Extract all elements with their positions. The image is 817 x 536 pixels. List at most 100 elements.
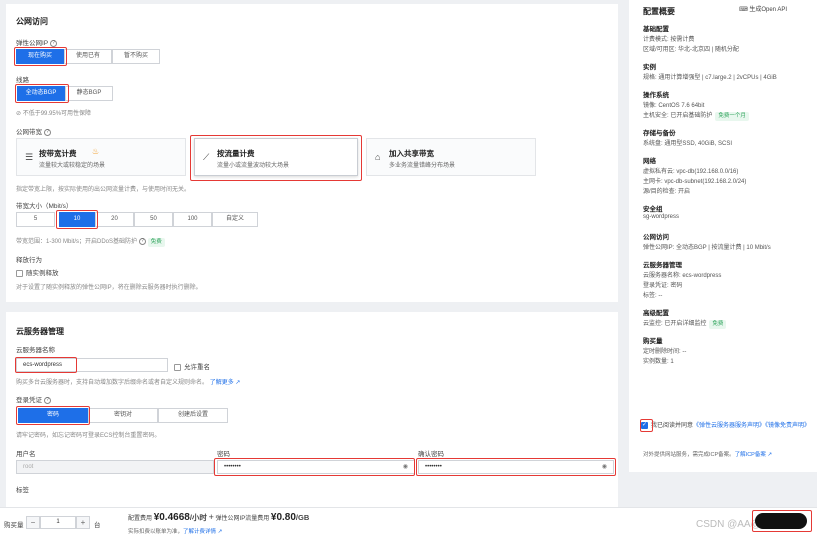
password-label: 密码 [217,451,230,458]
release-checkbox-label: 随实例释放 [26,270,59,277]
cred-option-later[interactable]: 创建后设置 [158,408,228,423]
shared-icon: ⌂ [375,152,381,162]
line-label: 线路 [16,77,29,84]
summary-row-text: 弹性公网IP: 全动态BGP | 按流量计费 | 10 Mbit/s [643,245,771,251]
summary-row: 主机安全: 已开启基础防护 免费一个月 [643,110,749,121]
username-input: root [16,460,214,474]
summary-row: 主网卡: vpc-db-subnet(192.168.2.0/24) [643,176,746,185]
plus-sign: + [208,512,214,522]
fee-note: 实际扣费以账单为准，了解计费详情 ↗ [128,527,222,535]
summary-row-text: 主机安全: 已开启基础防护 [643,113,713,119]
bw-option-50[interactable]: 50 [134,212,173,227]
confirm-password-label: 确认密码 [418,451,444,458]
help-icon[interactable]: ? [44,128,51,136]
highlight-box [640,419,653,432]
summary-row: sg-wordpress [643,214,679,220]
fee-unit: /小时 [189,513,207,522]
summary-row: 标签: -- [643,290,662,299]
credential-label-text: 登录凭证 [16,397,42,404]
fee-note-text: 实际扣费以账单为准， [128,529,184,535]
section-title: 公网访问 [16,17,48,26]
highlight-box [416,458,616,476]
summary-row-text: 实例数量: 1 [643,359,674,365]
image-disclaimer-link[interactable]: 《镜像免责声明》 [765,423,810,429]
eip-label: 弹性公网IP? [16,37,58,47]
billing-card-title: 按带宽计费 [39,149,77,158]
summary-row: 登录凭证: 密码 [643,280,682,289]
help-icon[interactable]: ? [139,237,147,245]
credential-hint: 请牢记密码，如忘记密码可登录ECS控制台重置密码。 [16,433,161,439]
icp-text: 对外提供网站服务，需完成ICP备案。 [643,452,735,458]
highlight-box [190,135,362,181]
summary-row-text: sg-wordpress [643,214,680,220]
open-api-link[interactable]: ⌨ 生成Open API [739,4,787,13]
bandwidth-label: 公网带宽? [16,126,51,136]
external-link-icon[interactable]: ↗ [235,380,240,386]
quantity-unit: 台 [94,522,101,529]
fee-line: 配置费用 ¥0.4668/小时 + 弹性公网IP流量费用 ¥0.80/GB [128,512,309,523]
free-month-badge: 免费一个月 [715,112,749,121]
summary-row: 区域/可用区: 华北-北京四 | 随机分配 [643,44,739,53]
summary-row-text: 定时删除时间: -- [643,349,687,355]
summary-row-text: 规格: 通用计算增强型 | c7.large.2 | 2vCPUs | 4GiB [643,75,777,81]
summary-row: 系统盘: 通用型SSD, 40GiB, SCSI [643,138,732,147]
cred-option-keypair[interactable]: 密钥对 [88,408,158,423]
eip-option-none[interactable]: 暂不购买 [112,49,160,64]
summary-row: 实例数量: 1 [643,356,674,365]
help-icon[interactable]: ? [50,39,58,47]
summary-row: 虚拟私有云: vpc-db(192.168.0.0/16) [643,166,738,175]
billing-details-link[interactable]: 了解计费详情 [183,529,216,535]
bandwidth-icon: ☰ [25,152,34,162]
checkbox[interactable] [16,269,23,277]
release-checkbox[interactable]: 随实例释放 [16,267,59,277]
external-link-icon[interactable]: ↗ [767,452,772,458]
learn-more-link[interactable]: 了解更多 [210,380,234,386]
highlight-box [15,84,69,103]
summary-section-title: 基础配置 [643,26,669,33]
icp-link[interactable]: 了解ICP备案 [735,452,766,458]
bw-option-5[interactable]: 5 [16,212,55,227]
summary-row-text: 云服务器名称: ecs-wordpress [643,273,722,279]
billing-card-desc: 流量较大或较稳定的场景 [39,163,106,169]
quantity-input[interactable]: 1 [40,516,76,529]
summary-row: 计费模式: 按需计费 [643,34,694,43]
summary-row-text: 云监控: 已开启详细监控 [643,321,707,327]
help-icon[interactable]: ? [44,396,51,404]
billing-by-bandwidth-card[interactable]: ☰ 按带宽计费 ♨ 流量较大或较稳定的场景 [16,138,186,176]
summary-section-title: 存储与备份 [643,130,676,137]
config-form: 公网访问 弹性公网IP? 现在购买 使用已有 暂不购买 线路 全动态BGP 静态… [0,0,625,507]
line-hint: ⊘ 不低于99.95%可用性保障 [16,108,91,117]
summary-section-title: 公网访问 [643,234,669,241]
billing-shared-bandwidth-card[interactable]: ⌂ 加入共享带宽 多业务流量错峰分布场景 [366,138,536,176]
summary-row-text: 区域/可用区: 华北-北京四 | 随机分配 [643,47,739,53]
bw-size-label: 带宽大小（Mbit/s） [16,203,73,210]
summary-row-text: 源/目的检查: 开启 [643,189,691,195]
eip-fee-value: ¥0.80 [270,512,296,523]
bw-range-hint: 带宽范围：1-300 Mbit/s；开启DDoS基础防护? 免费 [16,236,165,247]
highlight-box [214,458,415,476]
billing-note: 指定带宽上限，按实际使用的出公网流量计费，与使用时间无关。 [16,187,191,193]
external-link-icon[interactable]: ↗ [218,529,223,535]
bandwidth-label-text: 公网带宽 [16,129,42,136]
summary-section-title: 网络 [643,158,656,165]
highlight-box [752,510,812,532]
summary-row-text: 系统盘: 通用型SSD, 40GiB, SCSI [643,141,733,147]
eip-option-use-existing[interactable]: 使用已有 [64,49,112,64]
summary-row: 弹性公网IP: 全动态BGP | 按流量计费 | 10 Mbit/s [643,242,771,251]
bw-option-20[interactable]: 20 [95,212,134,227]
bw-option-100[interactable]: 100 [173,212,212,227]
credential-label: 登录凭证? [16,394,51,404]
summary-section-title: 高级配置 [643,310,669,317]
code-icon: ⌨ [739,7,750,13]
shield-icon: ⊘ [16,111,23,117]
allow-duplicate-checkbox[interactable]: 允许重名 [174,361,210,371]
quantity-increase-button[interactable]: + [76,516,90,529]
checkbox[interactable] [174,363,181,371]
summary-row: 规格: 通用计算增强型 | c7.large.2 | 2vCPUs | 4GiB [643,72,777,81]
line-option-static-bgp[interactable]: 静态BGP [65,86,113,101]
service-statement-link[interactable]: 《弹性云服务器服务声明》 [693,423,765,429]
open-api-label: 生成Open API [749,7,788,13]
section-title: 云服务器管理 [16,327,64,336]
bw-option-custom[interactable]: 自定义 [212,212,258,227]
quantity-decrease-button[interactable]: − [26,516,40,529]
